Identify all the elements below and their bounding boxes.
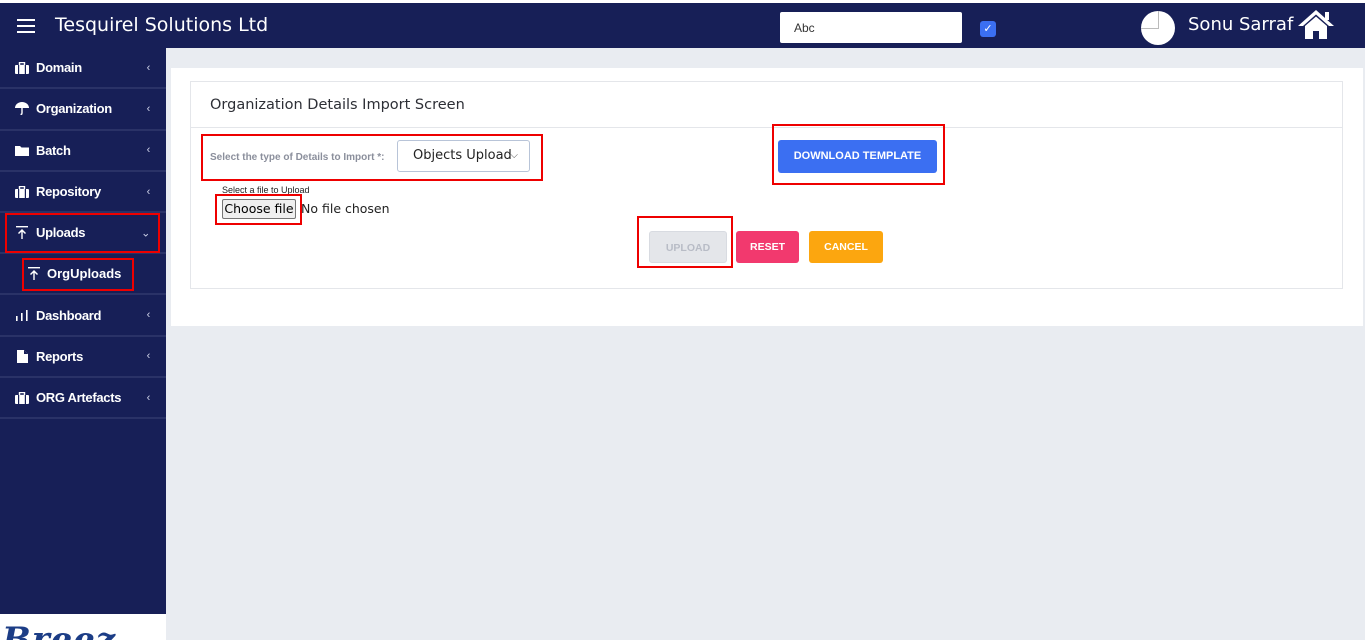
sidebar-item-label: Repository — [36, 184, 101, 200]
chevron-left-icon: ‹ — [146, 185, 151, 198]
chevron-left-icon: ‹ — [146, 309, 151, 322]
avatar[interactable] — [1141, 11, 1175, 45]
umbrella-icon — [14, 102, 30, 116]
chevron-left-icon: ‹ — [146, 61, 151, 74]
app-title: Tesquirel Solutions Ltd — [55, 14, 269, 36]
briefcase-icon — [14, 391, 30, 404]
checkbox[interactable]: ✓ — [980, 21, 996, 37]
sidebar: Domain ‹ Organization ‹ Batch ‹ Reposito… — [0, 48, 166, 640]
user-name[interactable]: Sonu Sarraf — [1188, 14, 1293, 35]
folder-icon — [14, 145, 30, 156]
chevron-left-icon: ‹ — [146, 102, 151, 115]
bar-chart-icon — [14, 309, 30, 321]
top-bar: Tesquirel Solutions Ltd ✓ Sonu Sarraf — [0, 0, 1365, 48]
reset-button[interactable]: RESET — [736, 231, 799, 263]
page-title: Organization Details Import Screen — [210, 97, 465, 113]
sidebar-item-reports[interactable]: Reports ‹ — [0, 337, 166, 379]
logo: Breez — [0, 614, 166, 640]
sidebar-item-label: Batch — [36, 142, 71, 158]
card-header: Organization Details Import Screen — [191, 82, 1342, 128]
highlight-box — [215, 194, 302, 225]
sidebar-item-organization[interactable]: Organization ‹ — [0, 89, 166, 131]
chevron-left-icon: ‹ — [146, 391, 151, 404]
highlight-box — [637, 216, 733, 268]
briefcase-icon — [14, 185, 30, 198]
search-input[interactable] — [780, 12, 962, 43]
menu-icon[interactable] — [17, 19, 35, 33]
sidebar-item-batch[interactable]: Batch ‹ — [0, 131, 166, 172]
sidebar-item-domain[interactable]: Domain ‹ — [0, 48, 166, 90]
sidebar-item-label: Domain — [36, 60, 82, 76]
sidebar-item-label: ORG Artefacts — [36, 390, 122, 406]
highlight-box — [201, 134, 543, 181]
highlight-box — [772, 124, 945, 185]
cancel-button[interactable]: CANCEL — [809, 231, 883, 263]
sidebar-item-label: Reports — [36, 348, 84, 364]
chevron-left-icon: ‹ — [146, 350, 151, 363]
no-file-text: No file chosen — [301, 201, 390, 216]
sidebar-item-label: Dashboard — [36, 307, 102, 323]
sidebar-item-org-artefacts[interactable]: ORG Artefacts ‹ — [0, 378, 166, 420]
home-icon[interactable] — [1296, 8, 1336, 40]
sidebar-item-label: Organization — [36, 101, 112, 117]
highlight-box — [22, 258, 134, 291]
highlight-box — [5, 213, 160, 253]
sidebar-item-repository[interactable]: Repository ‹ — [0, 172, 166, 214]
logo-text: Breez — [2, 620, 117, 640]
file-icon — [14, 349, 30, 363]
chevron-left-icon: ‹ — [146, 144, 151, 157]
sidebar-item-dashboard[interactable]: Dashboard ‹ — [0, 295, 166, 337]
briefcase-icon — [14, 61, 30, 74]
